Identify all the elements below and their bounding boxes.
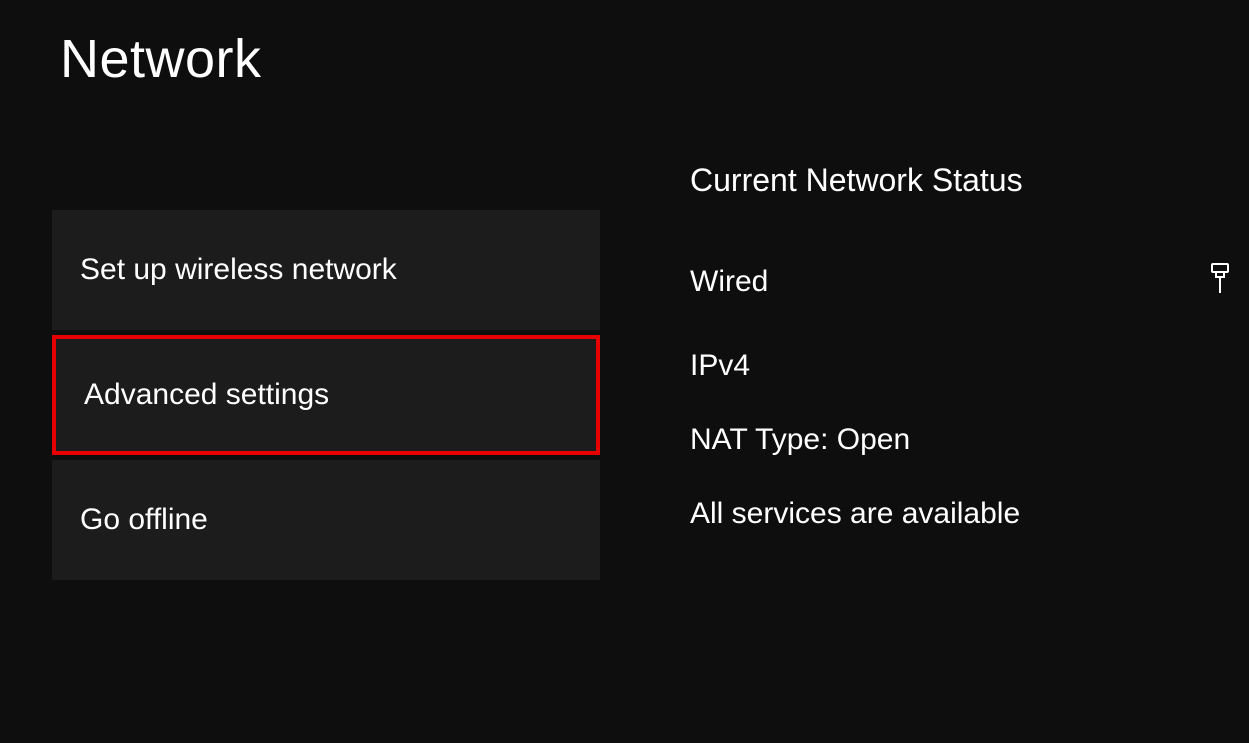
menu-item-go-offline[interactable]: Go offline xyxy=(52,460,600,580)
settings-menu: Set up wireless network Advanced setting… xyxy=(52,210,600,585)
connection-type-label: Wired xyxy=(690,265,768,299)
ip-version: IPv4 xyxy=(690,349,1249,383)
status-heading: Current Network Status xyxy=(690,162,1249,199)
menu-item-advanced-settings[interactable]: Advanced settings xyxy=(52,335,600,455)
network-status-panel: Current Network Status Wired IPv4 NAT Ty… xyxy=(690,162,1249,571)
page-title: Network xyxy=(60,28,262,90)
menu-item-label: Go offline xyxy=(80,503,208,537)
ethernet-icon xyxy=(1209,263,1231,301)
nat-type: NAT Type: Open xyxy=(690,423,1249,457)
menu-item-label: Set up wireless network xyxy=(80,253,397,287)
network-settings-page: Network Set up wireless network Advanced… xyxy=(0,0,1249,743)
service-status: All services are available xyxy=(690,497,1249,531)
menu-item-setup-wireless[interactable]: Set up wireless network xyxy=(52,210,600,330)
menu-item-label: Advanced settings xyxy=(84,378,329,412)
connection-type-row: Wired xyxy=(690,263,1249,301)
